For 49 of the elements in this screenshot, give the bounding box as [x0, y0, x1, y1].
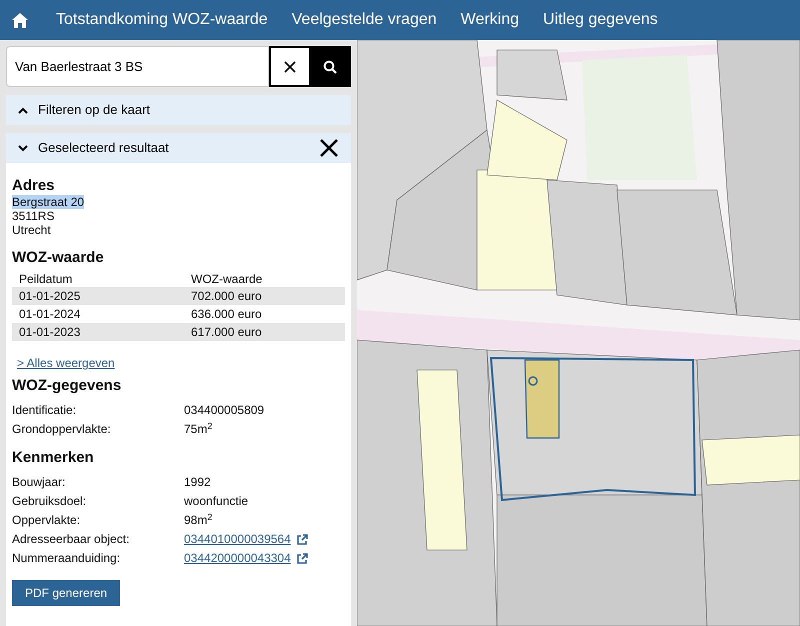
table-cell-text: 01-01-2024: [19, 306, 82, 322]
field-value: 75m$^{2}$: [184, 422, 212, 437]
close-icon: [284, 60, 296, 72]
table-cell: 702.000 euro: [191, 288, 262, 304]
nav-link[interactable]: Veelgestelde vragen: [292, 8, 437, 32]
close-icon[interactable]: [319, 138, 339, 158]
address-line: Utrecht: [12, 223, 51, 237]
nav-link[interactable]: Werking: [460, 8, 520, 32]
nav-link[interactable]: Totstandkoming WOZ-waarde: [56, 8, 268, 32]
chevron-up-icon: [18, 106, 28, 114]
table-cell: 617.000 euro: [191, 324, 262, 340]
search-field[interactable]: Van Baerlestraat 3 BS: [6, 46, 269, 87]
section-heading: Kenmerken: [12, 449, 94, 467]
field-label: Grondoppervlakte:: [12, 422, 112, 437]
field-value: woonfunctie: [184, 494, 248, 509]
field-value: 98m$^{2}$: [184, 513, 212, 528]
object-link[interactable]: 0344010000039564: [184, 532, 291, 547]
table-cell-text: 01-01-2023: [19, 324, 82, 340]
field-label: Identificatie:: [12, 403, 78, 418]
panel-header[interactable]: Filteren op de kaart: [6, 95, 351, 125]
section-heading: Adres: [12, 177, 55, 195]
object-link[interactable]: 0344200000043304: [184, 551, 291, 566]
address-line: 3511RS: [12, 209, 54, 223]
field-label: Oppervlakte:: [12, 513, 82, 528]
panel-title: Geselecteerd resultaat: [38, 139, 170, 158]
show-all-link[interactable]: > Alles weergeven: [17, 356, 115, 371]
field-label: Gebruiksdoel:: [12, 494, 88, 509]
field-label: Adresseerbaar object:: [12, 532, 130, 547]
search-icon: [323, 60, 337, 74]
panel-title: Filteren op de kaart: [38, 101, 152, 120]
search-button[interactable]: [309, 46, 351, 87]
pdf-button[interactable]: PDF genereren: [12, 580, 120, 606]
nav-link[interactable]: Uitleg gegevens: [543, 8, 658, 32]
chevron-down-icon: [18, 144, 28, 152]
external-link-icon[interactable]: [296, 552, 308, 564]
external-link-icon[interactable]: [296, 534, 308, 546]
section-heading: WOZ-waarde: [12, 249, 104, 267]
column-header: Peildatum: [19, 272, 74, 286]
field-value: 1992: [184, 475, 211, 490]
field-label: Bouwjaar:: [12, 475, 66, 490]
panel-header[interactable]: Geselecteerd resultaat: [6, 133, 351, 163]
table-cell-text: 01-01-2025: [19, 288, 82, 304]
home-icon[interactable]: [12, 12, 28, 28]
table-cell: 636.000 euro: [191, 306, 262, 322]
field-value: 034400005809: [184, 403, 264, 418]
section-heading: WOZ-gegevens: [12, 377, 122, 395]
field-label: Nummeraanduiding:: [12, 551, 122, 566]
clear-button[interactable]: [269, 46, 309, 87]
column-header: WOZ-waarde: [191, 272, 262, 286]
